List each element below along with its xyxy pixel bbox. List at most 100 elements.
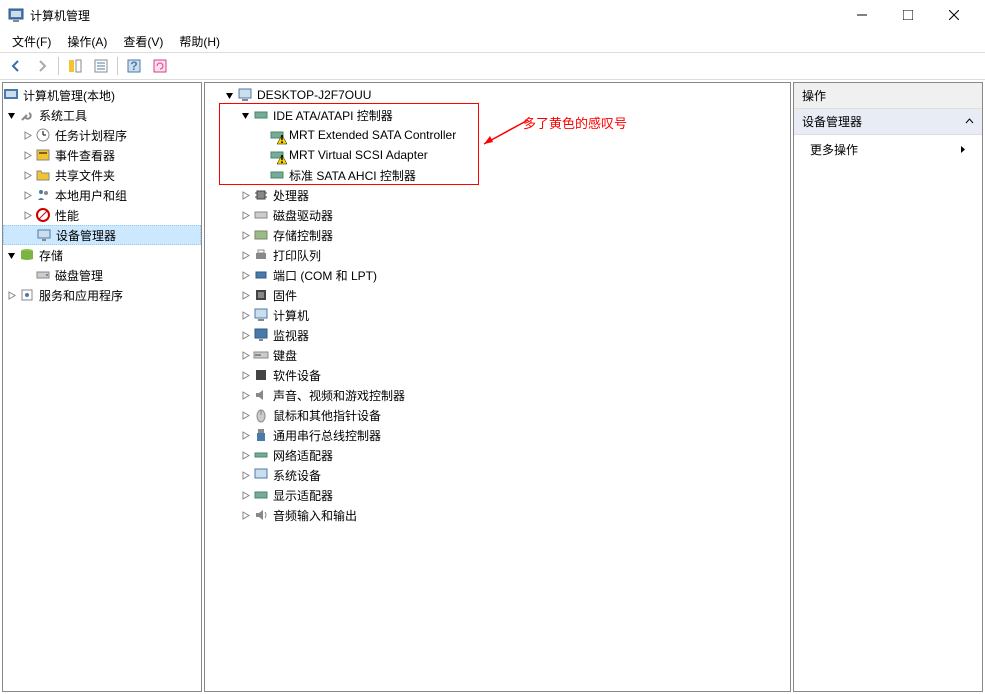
device-manager-icon (36, 227, 52, 243)
minimize-button[interactable] (839, 0, 885, 30)
tree-shared-folders[interactable]: 共享文件夹 (3, 165, 201, 185)
forward-button[interactable] (30, 55, 54, 77)
chevron-down-icon[interactable] (237, 107, 253, 123)
chevron-right-icon[interactable] (237, 367, 253, 383)
chevron-right-icon[interactable] (19, 187, 35, 203)
network-icon (253, 447, 269, 463)
device-computer-category[interactable]: 计算机 (205, 305, 790, 325)
device-monitors[interactable]: 监视器 (205, 325, 790, 345)
display-adapter-icon (253, 487, 269, 503)
tools-icon (19, 107, 35, 123)
device-system-devices[interactable]: 系统设备 (205, 465, 790, 485)
system-icon (253, 467, 269, 483)
tree-event-viewer[interactable]: 事件查看器 (3, 145, 201, 165)
close-button[interactable] (931, 0, 977, 30)
device-print-queues[interactable]: 打印队列 (205, 245, 790, 265)
chevron-right-icon[interactable] (237, 507, 253, 523)
chevron-right-icon[interactable] (3, 287, 19, 303)
device-ide-atapi[interactable]: IDE ATA/ATAPI 控制器 (205, 105, 790, 125)
menu-view[interactable]: 查看(V) (115, 31, 171, 52)
chevron-right-icon[interactable] (19, 167, 35, 183)
device-software-devices[interactable]: 软件设备 (205, 365, 790, 385)
device-audio-io[interactable]: 音频输入和输出 (205, 505, 790, 525)
computer-management-icon (3, 87, 19, 103)
chevron-right-icon[interactable] (237, 267, 253, 283)
tree-device-manager[interactable]: 设备管理器 (3, 225, 201, 245)
chevron-right-icon[interactable] (237, 487, 253, 503)
chevron-right-icon[interactable] (237, 427, 253, 443)
menu-help[interactable]: 帮助(H) (171, 31, 228, 52)
chevron-right-icon[interactable] (237, 307, 253, 323)
chevron-right-icon[interactable] (237, 467, 253, 483)
computer-icon (237, 87, 253, 103)
performance-icon (35, 207, 51, 223)
svg-text:!: ! (280, 135, 284, 145)
audio-icon (253, 507, 269, 523)
device-mrt-scsi[interactable]: ! MRT Virtual SCSI Adapter (205, 145, 790, 165)
show-hide-button[interactable] (63, 55, 87, 77)
svg-text:!: ! (280, 155, 284, 165)
menu-action[interactable]: 操作(A) (59, 31, 115, 52)
back-button[interactable] (4, 55, 28, 77)
device-firmware[interactable]: 固件 (205, 285, 790, 305)
monitor-icon (253, 327, 269, 343)
device-computer[interactable]: DESKTOP-J2F7OUU (205, 85, 790, 105)
tree-performance[interactable]: 性能 (3, 205, 201, 225)
tree-root[interactable]: 计算机管理(本地) (3, 85, 201, 105)
mouse-icon (253, 407, 269, 423)
computer-icon (253, 307, 269, 323)
refresh-button[interactable] (148, 55, 172, 77)
chevron-right-icon[interactable] (237, 327, 253, 343)
device-processor[interactable]: 处理器 (205, 185, 790, 205)
device-tree[interactable]: DESKTOP-J2F7OUU IDE ATA/ATAPI 控制器 ! MRT … (204, 82, 791, 692)
chevron-right-icon[interactable] (237, 347, 253, 363)
speaker-icon (253, 387, 269, 403)
device-mrt-sata[interactable]: ! MRT Extended SATA Controller (205, 125, 790, 145)
device-sound-video[interactable]: 声音、视频和游戏控制器 (205, 385, 790, 405)
tree-disk-management[interactable]: 磁盘管理 (3, 265, 201, 285)
tree-services-apps[interactable]: 服务和应用程序 (3, 285, 201, 305)
device-keyboards[interactable]: 键盘 (205, 345, 790, 365)
maximize-button[interactable] (885, 0, 931, 30)
chevron-right-icon[interactable] (19, 207, 35, 223)
tree-task-scheduler[interactable]: 任务计划程序 (3, 125, 201, 145)
chevron-right-icon[interactable] (237, 187, 253, 203)
device-usb[interactable]: 通用串行总线控制器 (205, 425, 790, 445)
chevron-down-icon[interactable] (221, 87, 237, 103)
chevron-right-icon (960, 143, 966, 157)
tree-system-tools[interactable]: 系统工具 (3, 105, 201, 125)
chevron-down-icon[interactable] (3, 247, 19, 263)
tree-storage[interactable]: 存储 (3, 245, 201, 265)
device-ports[interactable]: 端口 (COM 和 LPT) (205, 265, 790, 285)
device-storage-controllers[interactable]: 存储控制器 (205, 225, 790, 245)
chevron-right-icon[interactable] (19, 147, 35, 163)
controller-warning-icon: ! (269, 147, 285, 163)
device-network[interactable]: 网络适配器 (205, 445, 790, 465)
tree-local-users[interactable]: 本地用户和组 (3, 185, 201, 205)
properties-button[interactable] (89, 55, 113, 77)
chevron-right-icon[interactable] (237, 207, 253, 223)
device-disk-drives[interactable]: 磁盘驱动器 (205, 205, 790, 225)
chevron-right-icon[interactable] (237, 387, 253, 403)
device-standard-sata[interactable]: 标准 SATA AHCI 控制器 (205, 165, 790, 185)
firmware-icon (253, 287, 269, 303)
chevron-right-icon[interactable] (237, 247, 253, 263)
device-mice[interactable]: 鼠标和其他指针设备 (205, 405, 790, 425)
window-title: 计算机管理 (30, 7, 839, 24)
chevron-right-icon[interactable] (237, 407, 253, 423)
chevron-right-icon[interactable] (19, 127, 35, 143)
chevron-right-icon[interactable] (237, 447, 253, 463)
console-tree[interactable]: 计算机管理(本地) 系统工具 任务计划程序 事件查看器 共享文件夹 本地用户和组 (2, 82, 202, 692)
actions-section-header[interactable]: 设备管理器 (794, 109, 982, 135)
chevron-down-icon[interactable] (3, 107, 19, 123)
chevron-right-icon[interactable] (237, 227, 253, 243)
event-icon (35, 147, 51, 163)
chevron-right-icon[interactable] (237, 287, 253, 303)
controller-warning-icon: ! (269, 127, 285, 143)
app-icon (8, 7, 24, 23)
device-display-adapters[interactable]: 显示适配器 (205, 485, 790, 505)
help-button[interactable]: ? (122, 55, 146, 77)
menu-file[interactable]: 文件(F) (4, 31, 59, 52)
actions-header: 操作 (794, 83, 982, 109)
more-actions[interactable]: 更多操作 (794, 135, 982, 164)
